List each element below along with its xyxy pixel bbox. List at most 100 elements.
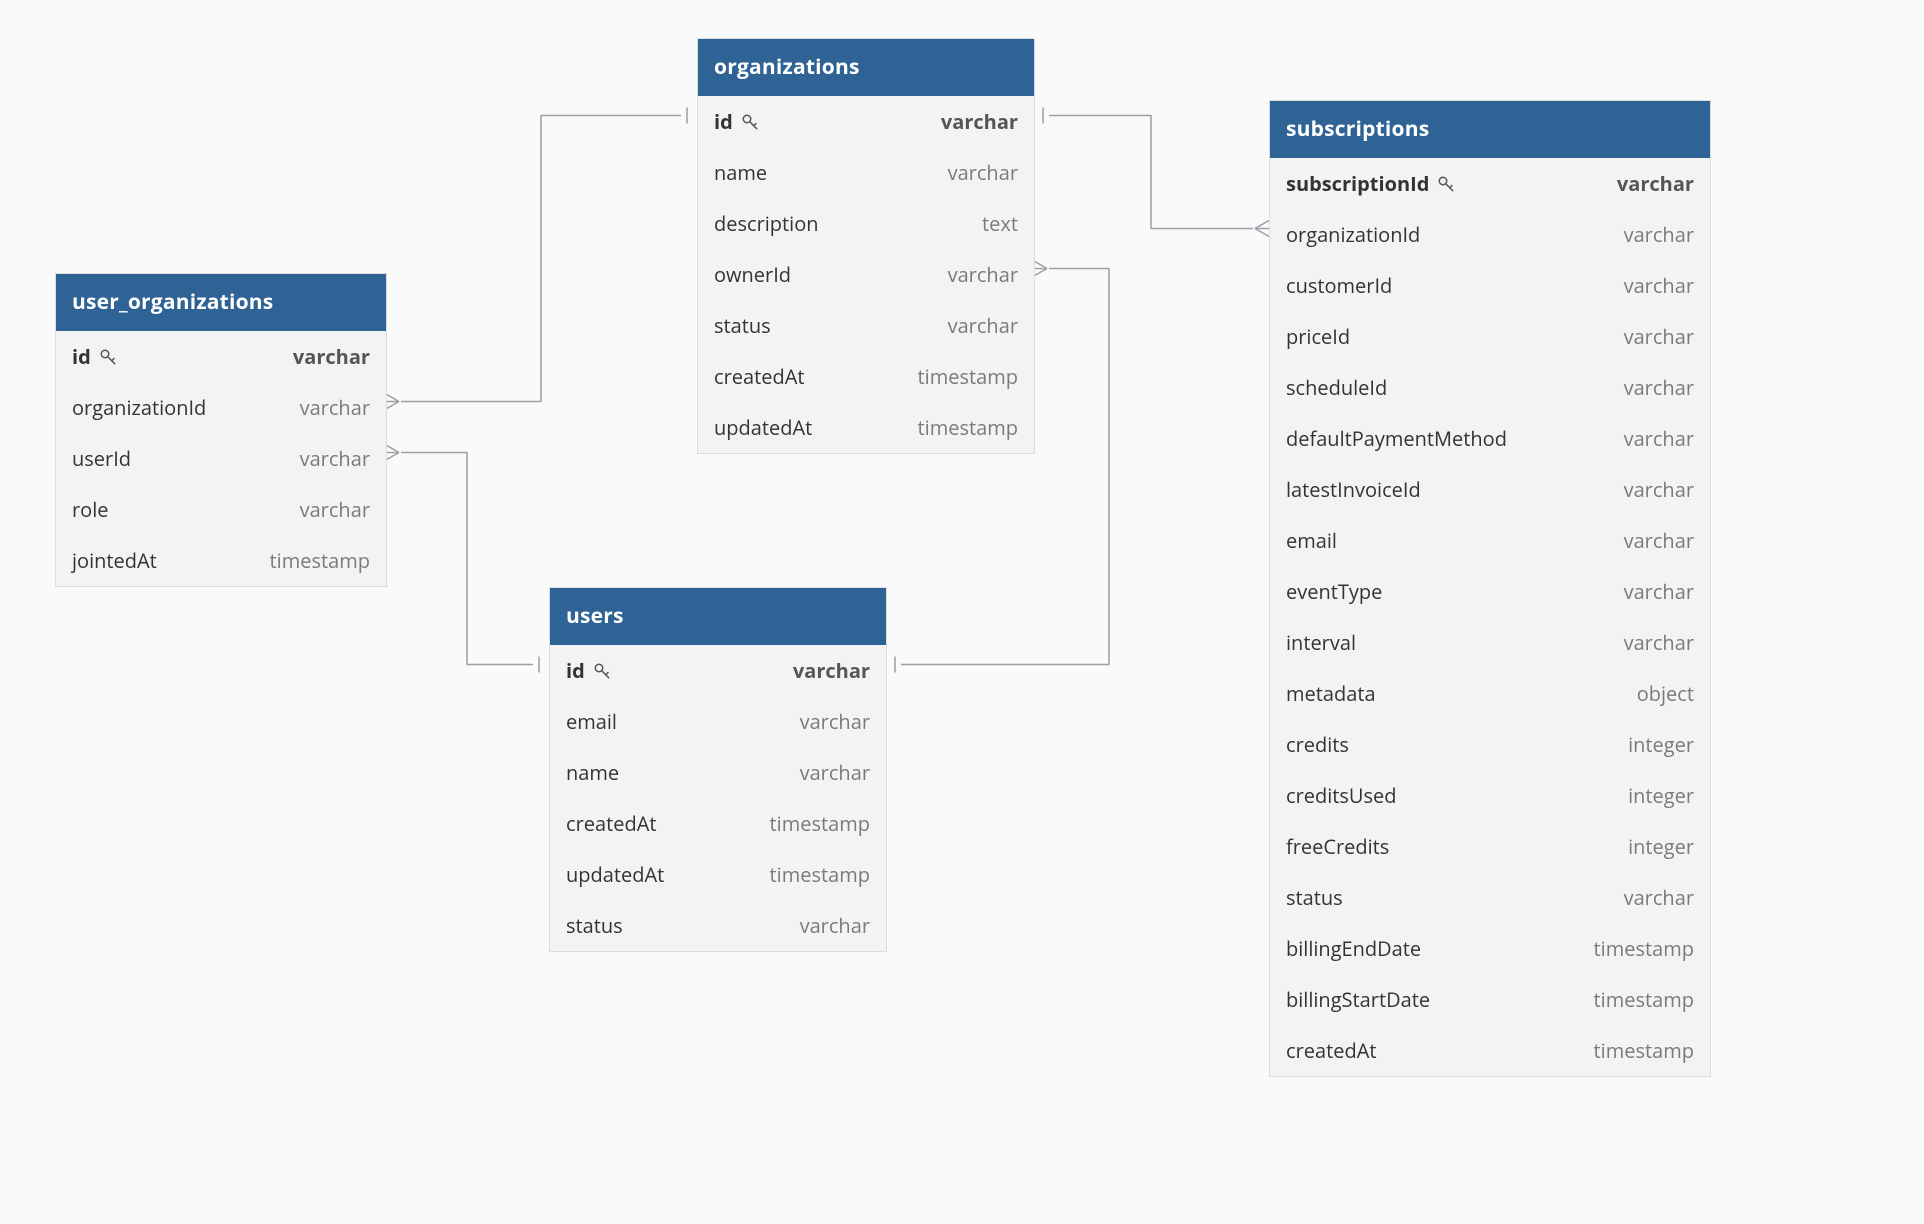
column-type: varchar xyxy=(941,108,1018,135)
column-name: creditsUsed xyxy=(1286,782,1397,809)
column-row[interactable]: creditsUsed integer xyxy=(1270,770,1710,821)
table-subscriptions[interactable]: subscriptionssubscriptionIdvarcharorgani… xyxy=(1269,100,1711,1077)
column-row[interactable]: name varchar xyxy=(698,147,1034,198)
column-row[interactable]: status varchar xyxy=(550,900,886,951)
table-user_organizations[interactable]: user_organizationsidvarcharorganizationI… xyxy=(55,273,387,587)
column-row[interactable]: updatedAt timestamp xyxy=(550,849,886,900)
column-row[interactable]: emailvarchar xyxy=(1270,515,1710,566)
column-row[interactable]: eventTypevarchar xyxy=(1270,566,1710,617)
column-row[interactable]: idvarchar xyxy=(550,645,886,696)
column-name-text: role xyxy=(72,496,108,523)
column-type: timestamp xyxy=(1594,986,1694,1013)
table-header[interactable]: users xyxy=(550,588,886,645)
erd-canvas[interactable]: user_organizationsidvarcharorganizationI… xyxy=(0,0,1924,1224)
table-users[interactable]: usersidvarcharemailvarcharnamevarcharcre… xyxy=(549,587,887,952)
column-row[interactable]: billingEndDate timestamp xyxy=(1270,923,1710,974)
column-type: varchar xyxy=(948,312,1018,339)
column-name-text: customerId xyxy=(1286,272,1392,299)
column-name-text: id xyxy=(714,108,733,135)
column-name-text: name xyxy=(714,159,767,186)
column-name: role xyxy=(72,496,108,523)
column-type: timestamp xyxy=(270,547,370,574)
column-name-text: latestInvoiceId xyxy=(1286,476,1421,503)
column-type: varchar xyxy=(1624,425,1694,452)
column-name: jointedAt xyxy=(72,547,157,574)
column-name-text: status xyxy=(1286,884,1343,911)
column-name-text: priceId xyxy=(1286,323,1350,350)
column-name-text: status xyxy=(566,912,623,939)
column-name: id xyxy=(566,657,611,684)
column-type: timestamp xyxy=(1594,935,1694,962)
column-name: billingEndDate xyxy=(1286,935,1421,962)
column-row[interactable]: defaultPaymentMethod varchar xyxy=(1270,413,1710,464)
column-row[interactable]: latestInvoiceIdvarchar xyxy=(1270,464,1710,515)
column-row[interactable]: metadataobject xyxy=(1270,668,1710,719)
column-type: varchar xyxy=(800,912,870,939)
column-name: customerId xyxy=(1286,272,1392,299)
table-organizations[interactable]: organizations id varchar name varchar descrip… xyxy=(697,38,1035,454)
column-row[interactable]: intervalvarchar xyxy=(1270,617,1710,668)
column-name: status xyxy=(566,912,623,939)
column-row[interactable]: statusvarchar xyxy=(1270,872,1710,923)
column-row[interactable]: billingStartDate timestamp xyxy=(1270,974,1710,1025)
column-row[interactable]: status varchar xyxy=(698,300,1034,351)
column-name: organizationId xyxy=(72,394,206,421)
column-name: organizationId xyxy=(1286,221,1420,248)
column-row[interactable]: creditsinteger xyxy=(1270,719,1710,770)
column-name-text: createdAt xyxy=(566,810,656,837)
column-name-text: status xyxy=(714,312,771,339)
column-type: varchar xyxy=(300,394,370,421)
column-type: timestamp xyxy=(770,861,870,888)
column-row[interactable]: ownerId varchar xyxy=(698,249,1034,300)
column-type: text xyxy=(982,210,1018,237)
table-header[interactable]: organizations xyxy=(698,39,1034,96)
column-row[interactable]: freeCreditsinteger xyxy=(1270,821,1710,872)
column-row[interactable]: userIdvarchar xyxy=(56,433,386,484)
column-row[interactable]: scheduleId varchar xyxy=(1270,362,1710,413)
table-header[interactable]: subscriptions xyxy=(1270,101,1710,158)
column-row[interactable]: jointedAt timestamp xyxy=(56,535,386,586)
column-type: object xyxy=(1637,680,1694,707)
column-row[interactable]: updatedAttimestamp xyxy=(698,402,1034,453)
column-name: billingStartDate xyxy=(1286,986,1430,1013)
column-type: varchar xyxy=(1624,374,1694,401)
column-name-text: defaultPaymentMethod xyxy=(1286,425,1507,452)
column-name: createdAt xyxy=(566,810,656,837)
column-row[interactable]: createdAt timestamp xyxy=(1270,1025,1710,1076)
column-name-text: subscriptionId xyxy=(1286,170,1429,197)
column-row[interactable]: priceIdvarchar xyxy=(1270,311,1710,362)
column-type: varchar xyxy=(1624,527,1694,554)
column-name-text: creditsUsed xyxy=(1286,782,1397,809)
column-row[interactable]: organizationIdvarchar xyxy=(1270,209,1710,260)
column-row[interactable]: idvarchar xyxy=(56,331,386,382)
column-name-text: ownerId xyxy=(714,261,791,288)
column-name: name xyxy=(566,759,619,786)
column-row[interactable]: subscriptionIdvarchar xyxy=(1270,158,1710,209)
column-name-text: scheduleId xyxy=(1286,374,1387,401)
table-header[interactable]: user_organizations xyxy=(56,274,386,331)
column-row[interactable]: createdAttimestamp xyxy=(550,798,886,849)
column-type: varchar xyxy=(948,159,1018,186)
column-row[interactable]: namevarchar xyxy=(550,747,886,798)
column-name: priceId xyxy=(1286,323,1350,350)
column-row[interactable]: id varchar xyxy=(698,96,1034,147)
column-name: id xyxy=(72,343,117,370)
column-row[interactable]: role varchar xyxy=(56,484,386,535)
column-type: timestamp xyxy=(918,414,1018,441)
column-type: varchar xyxy=(300,496,370,523)
column-name: freeCredits xyxy=(1286,833,1389,860)
column-name: createdAt xyxy=(1286,1037,1376,1064)
column-name: userId xyxy=(72,445,131,472)
column-type: timestamp xyxy=(1594,1037,1694,1064)
column-row[interactable]: organizationId varchar xyxy=(56,382,386,433)
column-name-text: billingStartDate xyxy=(1286,986,1430,1013)
column-row[interactable]: customerIdvarchar xyxy=(1270,260,1710,311)
column-type: integer xyxy=(1628,782,1694,809)
column-type: varchar xyxy=(948,261,1018,288)
column-row[interactable]: descriptiontext xyxy=(698,198,1034,249)
column-row[interactable]: emailvarchar xyxy=(550,696,886,747)
column-name-text: email xyxy=(566,708,617,735)
column-row[interactable]: createdAttimestamp xyxy=(698,351,1034,402)
column-name: subscriptionId xyxy=(1286,170,1455,197)
column-name-text: updatedAt xyxy=(566,861,664,888)
